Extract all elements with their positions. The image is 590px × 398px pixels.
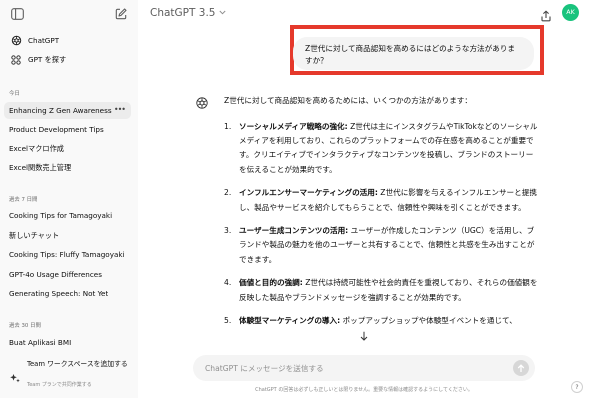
send-button[interactable]	[513, 360, 529, 376]
message-input[interactable]	[205, 360, 495, 376]
avatar[interactable]: AK	[562, 4, 579, 21]
sidebar-chat-item[interactable]: Generating Speech: Not Yet	[4, 285, 131, 302]
grid-icon	[10, 54, 22, 66]
scroll-down-arrow-icon[interactable]	[359, 331, 369, 341]
sidebar-chat-item[interactable]: Excelマクロ作成	[4, 140, 131, 157]
sidebar-nav-explore-gpts[interactable]: GPT を探す	[0, 53, 138, 67]
sidebar-chat-label: Cooking Tips for Tamagoyaki	[9, 211, 113, 220]
list-item-title: インフルエンサーマーケティングの活用:	[239, 188, 378, 198]
list-item: 4. 価値と目的の強調: Z世代は持続可能性や社会的責任を重視しており、それらの価…	[224, 276, 538, 304]
list-number: 1.	[224, 122, 232, 131]
help-button[interactable]: ?	[571, 381, 583, 393]
sidebar-nav-label: ChatGPT	[28, 35, 60, 45]
sidebar-chat-item[interactable]: Buat Aplikasi BMI	[4, 334, 131, 351]
share-icon[interactable]	[540, 7, 552, 22]
message-composer	[193, 355, 535, 381]
team-workspace-title: Team ワークスペースを追加する	[27, 360, 128, 368]
sidebar-section-title: 今日	[9, 91, 20, 97]
sidebar-chat-item[interactable]: Cooking Tips for Tamagoyaki	[4, 207, 131, 224]
list-item: 2. インフルエンサーマーケティングの活用: Z世代に影響を与えるインフルエンサー…	[224, 186, 538, 214]
sidebar-nav-chatgpt[interactable]: ChatGPT	[0, 33, 138, 47]
sidebar-chat-label: Excel関数売上管理	[9, 162, 72, 172]
more-options-icon[interactable]: •••	[114, 105, 126, 114]
list-item-text: ポップアップショップや体験型イベントを通じて、	[340, 316, 517, 326]
sidebar-chat-label: Excelマクロ作成	[9, 143, 64, 153]
list-number: 3.	[224, 226, 232, 236]
list-item-title: ソーシャルメディア戦略の強化:	[239, 122, 348, 131]
assistant-avatar-icon	[196, 94, 208, 109]
sidebar-chat-label: Enhancing Z Gen Awareness	[9, 106, 112, 115]
list-item: 5. 体験型マーケティングの導入: ポップアップショップや体験型イベントを通じて、	[224, 314, 538, 328]
sidebar-chat-label: GPT-4o Usage Differences	[9, 270, 102, 279]
model-name: ChatGPT 3.5	[150, 7, 216, 19]
sidebar-section-title: 過去 30 日間	[9, 323, 41, 329]
model-selector[interactable]: ChatGPT 3.5	[150, 7, 227, 19]
sidebar-chat-item[interactable]: 新しいチャット	[4, 227, 131, 244]
assistant-intro: Z世代に対して商品認知を高めるためには、いくつかの方法があります：	[224, 96, 472, 105]
sidebar-toggle-icon[interactable]	[10, 7, 24, 21]
sparkles-icon	[9, 369, 21, 383]
add-team-workspace-button[interactable]: Team ワークスペースを追加する Team プランで共同作業する	[0, 357, 138, 393]
openai-logo-icon	[10, 34, 22, 46]
list-item-title: 体験型マーケティングの導入:	[239, 316, 341, 326]
chevron-down-icon	[219, 9, 227, 17]
sidebar-section-title: 過去 7 日間	[9, 197, 38, 203]
sidebar-chat-item[interactable]: GPT-4o Usage Differences	[4, 266, 131, 283]
list-number: 2.	[224, 188, 232, 198]
assistant-answer-list: 1. ソーシャルメディア戦略の強化: Z世代は主にインスタグラムやTikTokなど…	[224, 120, 538, 338]
list-item-title: ユーザー生成コンテンツの活用:	[239, 226, 349, 236]
main-chat-area: ChatGPT 3.5 AK Z世代に対して商品認知を高めるにはどのような方法が…	[138, 0, 590, 398]
list-number: 5.	[224, 316, 232, 326]
sidebar-chat-label: Generating Speech: Not Yet	[9, 289, 109, 298]
sidebar-chat-item-active[interactable]: Enhancing Z Gen Awareness •••	[4, 102, 131, 119]
sidebar-chat-item[interactable]: Product Development Tips	[4, 121, 131, 138]
sidebar-header	[0, 0, 138, 28]
sidebar-chat-label: Buat Aplikasi BMI	[9, 338, 72, 347]
list-item: 1. ソーシャルメディア戦略の強化: Z世代は主にインスタグラムやTikTokなど…	[224, 120, 538, 177]
new-chat-icon[interactable]	[114, 7, 128, 21]
list-item: 3. ユーザー生成コンテンツの活用: ユーザーが作成したコンテンツ（UGC）を活用…	[224, 224, 538, 267]
sidebar: ChatGPT GPT を探す 今日 Enhancing Z Gen Aware…	[0, 0, 138, 398]
list-number: 4.	[224, 278, 232, 288]
sidebar-chat-item[interactable]: Cooking Tips: Fluffy Tamagoyaki	[4, 246, 131, 263]
sidebar-nav-label: GPT を探す	[28, 55, 67, 64]
disclaimer-text: ChatGPT の回答は必ずしも正しいとは限りません。重要な情報は確認するように…	[255, 387, 473, 393]
sidebar-chat-label: Cooking Tips: Fluffy Tamagoyaki	[9, 250, 125, 259]
sidebar-chat-label: 新しいチャット	[9, 230, 60, 240]
sidebar-chat-label: Product Development Tips	[9, 125, 104, 134]
team-workspace-subtitle: Team プランで共同作業する	[27, 382, 92, 388]
sidebar-chat-item[interactable]: Excel関数売上管理	[4, 159, 131, 176]
user-message: Z世代に対して商品認知を高めるにはどのような方法がありますか？	[293, 37, 534, 70]
list-item-title: 価値と目的の強調:	[239, 278, 303, 288]
